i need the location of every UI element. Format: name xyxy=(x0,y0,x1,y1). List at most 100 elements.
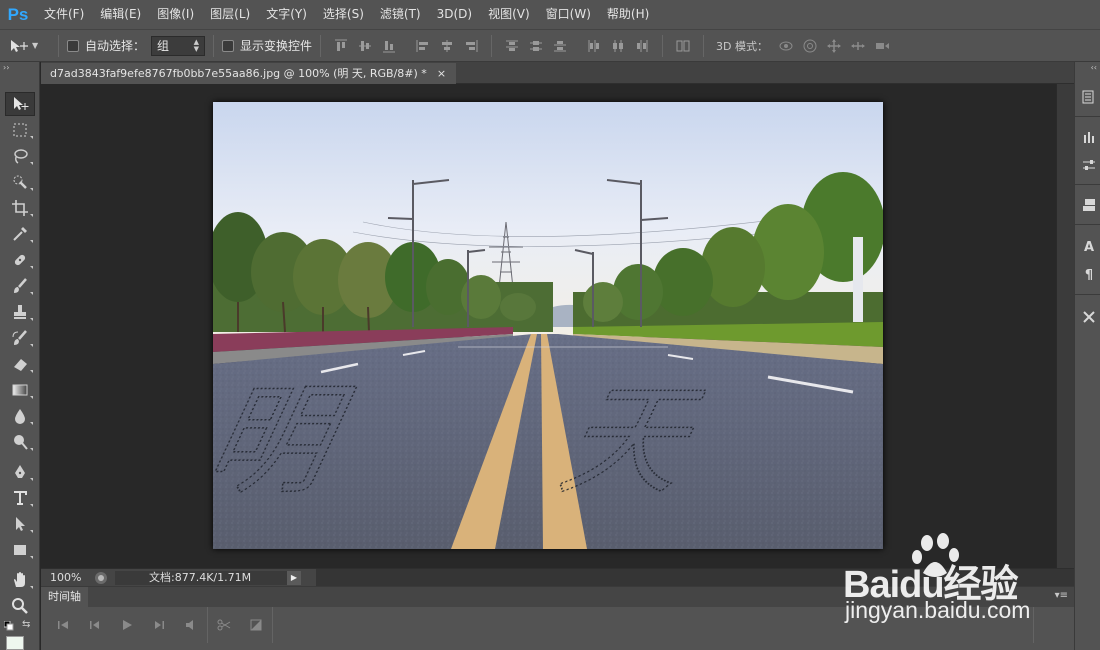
options-bar: ▼ 自动选择： 组 ▲ ▼ 显示变换控件 3D 模式： xyxy=(0,29,1100,62)
distribute-left-icon[interactable] xyxy=(584,36,604,56)
quick-select-tool[interactable] xyxy=(5,170,35,194)
menu-3d[interactable]: 3D(D) xyxy=(429,0,480,29)
document-tab[interactable]: d7ad3843faf9efe8767fb0bb7e55aa86.jpg @ 1… xyxy=(41,63,457,84)
distribute-vcenter-icon[interactable] xyxy=(526,36,546,56)
tools-panel: ›› ⇆ xyxy=(0,62,40,650)
align-vcenter-icon[interactable] xyxy=(355,36,375,56)
distribute-top-icon[interactable] xyxy=(502,36,522,56)
pan-3d-icon[interactable] xyxy=(824,36,844,56)
separator xyxy=(703,34,705,57)
watermark-url: jingyan.baidu.com xyxy=(845,597,1031,623)
eyedropper-tool[interactable] xyxy=(5,222,35,246)
status-info-icon[interactable] xyxy=(93,571,109,585)
spinner-icon: ▲ ▼ xyxy=(193,37,200,53)
history-icon[interactable] xyxy=(1079,86,1099,108)
roll-3d-icon[interactable] xyxy=(800,36,820,56)
move-tool-preset-icon[interactable]: ▼ xyxy=(8,38,50,54)
distribute-right-icon[interactable] xyxy=(632,36,652,56)
timeline-tab[interactable]: 时间轴 xyxy=(41,587,88,607)
vertical-scrollbar[interactable] xyxy=(1056,84,1074,568)
baidu-watermark: Baidu经验 jingyan.baidu.com xyxy=(843,533,1043,643)
menu-select[interactable]: 选择(S) xyxy=(315,0,372,29)
auto-select-dropdown[interactable]: 组 ▲ ▼ xyxy=(151,35,206,56)
orbit-3d-icon[interactable] xyxy=(776,36,796,56)
panel-collapse-icon[interactable]: ›› xyxy=(0,62,39,74)
crop-tool[interactable] xyxy=(5,196,35,220)
align-hcenter-icon[interactable] xyxy=(437,36,457,56)
menu-edit[interactable]: 编辑(E) xyxy=(92,0,149,29)
slide-3d-icon[interactable] xyxy=(848,36,868,56)
rectangle-tool[interactable] xyxy=(5,538,35,562)
menu-filter[interactable]: 滤镜(T) xyxy=(372,0,429,29)
zoom-level[interactable]: 100% xyxy=(41,571,93,584)
character-icon[interactable]: A xyxy=(1079,236,1099,258)
adjustments-icon[interactable] xyxy=(1079,154,1099,176)
default-colors-icon[interactable] xyxy=(3,620,14,631)
align-right-icon[interactable] xyxy=(461,36,481,56)
document-tab-bar: d7ad3843faf9efe8767fb0bb7e55aa86.jpg @ 1… xyxy=(41,62,1074,84)
menu-type[interactable]: 文字(Y) xyxy=(258,0,315,29)
distribute-bottom-icon[interactable] xyxy=(550,36,570,56)
menu-window[interactable]: 窗口(W) xyxy=(538,0,599,29)
close-icon[interactable]: × xyxy=(437,63,446,84)
menu-bar: Ps 文件(F) 编辑(E) 图像(I) 图层(L) 文字(Y) 选择(S) 滤… xyxy=(0,0,1100,29)
align-bottom-icon[interactable] xyxy=(379,36,399,56)
play-icon[interactable] xyxy=(111,613,143,637)
swap-colors-icon[interactable]: ⇆ xyxy=(22,619,30,630)
menu-help[interactable]: 帮助(H) xyxy=(599,0,657,29)
canvas-workspace[interactable]: 明 天 xyxy=(41,84,1056,568)
dodge-tool[interactable] xyxy=(5,430,35,454)
healing-brush-tool[interactable] xyxy=(5,248,35,272)
hand-tool[interactable] xyxy=(5,568,35,592)
panel-collapse-icon[interactable]: ‹‹ xyxy=(1075,62,1100,74)
auto-select-value: 组 xyxy=(157,39,170,53)
separator xyxy=(320,34,322,57)
menu-view[interactable]: 视图(V) xyxy=(480,0,538,29)
zoom-tool[interactable] xyxy=(5,594,35,618)
gradient-tool[interactable] xyxy=(5,378,35,402)
separator xyxy=(662,34,664,57)
menu-file[interactable]: 文件(F) xyxy=(36,0,92,29)
eraser-tool[interactable] xyxy=(5,352,35,376)
panel-menu-icon[interactable]: ▾≡ xyxy=(1055,590,1068,601)
tools-icon[interactable] xyxy=(1079,306,1099,328)
lasso-tool[interactable] xyxy=(5,144,35,168)
brush-tool[interactable] xyxy=(5,274,35,298)
document-tab-title: d7ad3843faf9efe8767fb0bb7e55aa86.jpg @ 1… xyxy=(50,67,427,80)
pen-tool[interactable] xyxy=(5,460,35,484)
document-canvas-image[interactable]: 明 天 xyxy=(213,102,883,549)
auto-align-icon[interactable] xyxy=(673,36,693,56)
brush-presets-icon[interactable] xyxy=(1079,126,1099,148)
show-transform-checkbox[interactable] xyxy=(222,39,235,52)
ps-logo: Ps xyxy=(7,4,29,24)
scissors-icon[interactable] xyxy=(208,613,240,637)
type-tool[interactable] xyxy=(5,486,35,510)
history-brush-tool[interactable] xyxy=(5,326,35,350)
align-left-icon[interactable] xyxy=(413,36,433,56)
path-select-tool[interactable] xyxy=(5,512,35,536)
show-transform-label: 显示变换控件 xyxy=(240,39,313,53)
move-tool[interactable] xyxy=(5,92,35,116)
next-frame-icon[interactable] xyxy=(143,613,175,637)
previous-frame-icon[interactable] xyxy=(79,613,111,637)
foreground-color-swatch[interactable] xyxy=(6,636,24,650)
menu-image[interactable]: 图像(I) xyxy=(149,0,202,29)
first-frame-icon[interactable] xyxy=(47,613,79,637)
clone-stamp-tool[interactable] xyxy=(5,300,35,324)
transition-icon[interactable] xyxy=(240,613,272,637)
separator xyxy=(491,34,493,57)
separator xyxy=(213,34,215,57)
blur-tool[interactable] xyxy=(5,404,35,428)
audio-icon[interactable] xyxy=(175,613,207,637)
align-top-icon[interactable] xyxy=(331,36,351,56)
marquee-tool[interactable] xyxy=(5,118,35,142)
separator xyxy=(58,34,59,57)
distribute-hcenter-icon[interactable] xyxy=(608,36,628,56)
menu-layer[interactable]: 图层(L) xyxy=(202,0,258,29)
paragraph-icon[interactable]: ¶ xyxy=(1079,264,1099,286)
mode-3d-label: 3D 模式： xyxy=(716,39,768,53)
scale-3d-icon[interactable] xyxy=(872,36,892,56)
layers-icon[interactable] xyxy=(1079,194,1099,216)
auto-select-checkbox[interactable] xyxy=(67,39,79,52)
status-menu-arrow-icon[interactable]: ▶ xyxy=(287,570,301,585)
